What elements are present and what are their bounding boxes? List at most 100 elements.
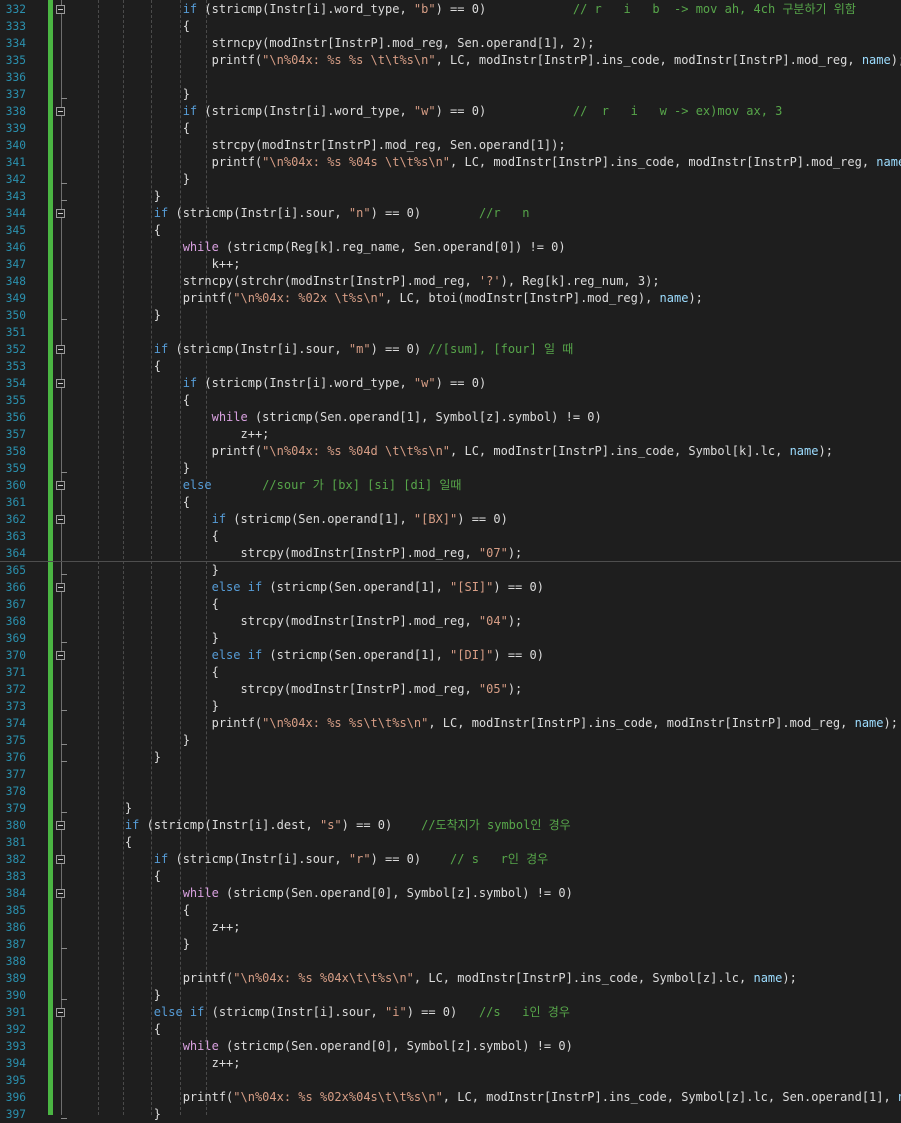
code-line[interactable]: 390 } — [0, 987, 901, 1004]
code-line[interactable]: 393 while (stricmp(Sen.operand[0], Symbo… — [0, 1038, 901, 1055]
string-token: "[BX]" — [413, 512, 458, 526]
code-line[interactable]: 387 } — [0, 936, 901, 953]
code-line[interactable]: 346 while (stricmp(Reg[k].reg_name, Sen.… — [0, 239, 901, 256]
code-line[interactable]: 347 k++; — [0, 256, 901, 273]
string-token: "\n%04x: %s %04x\t\t%s\n" — [233, 971, 414, 985]
string-token: "s" — [319, 818, 342, 832]
code-token: (stricmp(Instr[i].word_type, — [197, 104, 414, 118]
code-line[interactable]: 352 if (stricmp(Instr[i].sour, "m") == 0… — [0, 341, 901, 358]
code-line[interactable]: 396 printf("\n%04x: %s %02x%04s\t\t%s\n"… — [0, 1089, 901, 1106]
code-line[interactable]: 335 printf("\n%04x: %s %s \t\t%s\n", LC,… — [0, 52, 901, 69]
code-line[interactable]: 373 } — [0, 698, 901, 715]
code-text: else //sour 가 [bx] [si] [di] 일때 — [96, 477, 462, 494]
code-line[interactable]: 348 strncpy(strchr(modInstr[InstrP].mod_… — [0, 273, 901, 290]
code-text: else if (stricmp(Sen.operand[1], "[DI]")… — [96, 647, 544, 664]
code-line[interactable]: 337 } — [0, 86, 901, 103]
code-line[interactable]: 344 if (stricmp(Instr[i].sour, "n") == 0… — [0, 205, 901, 222]
code-line[interactable]: 353 { — [0, 358, 901, 375]
line-number: 381 — [5, 836, 26, 849]
indentation — [96, 138, 212, 152]
code-line[interactable]: 384 while (stricmp(Sen.operand[0], Symbo… — [0, 885, 901, 902]
code-token: ) == 0) — [457, 512, 508, 526]
code-text: } — [96, 307, 161, 324]
code-token: printf( — [211, 155, 263, 169]
string-token: "04" — [478, 614, 508, 628]
code-line[interactable]: 382 if (stricmp(Instr[i].sour, "r") == 0… — [0, 851, 901, 868]
code-line[interactable]: 338 if (stricmp(Instr[i].word_type, "w")… — [0, 103, 901, 120]
string-token: "n" — [348, 206, 371, 220]
code-line[interactable]: 356 while (stricmp(Sen.operand[1], Symbo… — [0, 409, 901, 426]
code-line[interactable]: 343 } — [0, 188, 901, 205]
string-token: "05" — [478, 682, 508, 696]
code-line[interactable]: 354 if (stricmp(Instr[i].word_type, "w")… — [0, 375, 901, 392]
code-line[interactable]: 374 printf("\n%04x: %s %s\t\t%s\n", LC, … — [0, 715, 901, 732]
code-line[interactable]: 392 { — [0, 1021, 901, 1038]
code-line[interactable]: 362 if (stricmp(Sen.operand[1], "[BX]") … — [0, 511, 901, 528]
indentation — [96, 478, 183, 492]
code-line[interactable]: 375 } — [0, 732, 901, 749]
code-token: ) == 0) — [370, 342, 429, 356]
line-number: 332 — [5, 3, 26, 16]
code-line[interactable]: 351 — [0, 324, 901, 341]
code-line[interactable]: 345 { — [0, 222, 901, 239]
code-text: strncpy(strchr(modInstr[InstrP].mod_reg,… — [96, 273, 660, 290]
code-token: } — [153, 308, 162, 322]
code-line[interactable]: 339 { — [0, 120, 901, 137]
code-line[interactable]: 378 — [0, 783, 901, 800]
code-line[interactable]: 383 { — [0, 868, 901, 885]
comment-token: // r i w -> ex)mov ax, 3 — [572, 104, 783, 118]
code-line[interactable]: 355 { — [0, 392, 901, 409]
code-line[interactable]: 341 printf("\n%04x: %s %04s \t\t%s\n", L… — [0, 154, 901, 171]
code-line[interactable]: 389 printf("\n%04x: %s %04x\t\t%s\n", LC… — [0, 970, 901, 987]
code-line[interactable]: 334 strncpy(modInstr[InstrP].mod_reg, Se… — [0, 35, 901, 52]
code-line[interactable]: 380 if (stricmp(Instr[i].dest, "s") == 0… — [0, 817, 901, 834]
code-line[interactable]: 342 } — [0, 171, 901, 188]
code-line[interactable]: 366 else if (stricmp(Sen.operand[1], "[S… — [0, 579, 901, 596]
code-line[interactable]: 376 } — [0, 749, 901, 766]
keyword-token: else if — [211, 580, 263, 594]
code-line[interactable]: 364 strcpy(modInstr[InstrP].mod_reg, "07… — [0, 545, 901, 562]
code-line[interactable]: 388 — [0, 953, 901, 970]
line-number: 353 — [5, 360, 26, 373]
code-token: ) == 0) — [493, 580, 544, 594]
code-line[interactable]: 365 } — [0, 562, 901, 579]
code-line[interactable]: 381 { — [0, 834, 901, 851]
code-line[interactable]: 377 — [0, 766, 901, 783]
code-line[interactable]: 357 z++; — [0, 426, 901, 443]
code-token: , LC, modInstr[InstrP].ins_code, Symbol[… — [450, 444, 790, 458]
code-line[interactable]: 358 printf("\n%04x: %s %04d \t\t%s\n", L… — [0, 443, 901, 460]
code-line[interactable]: 349 printf("\n%04x: %02x \t%s\n", LC, bt… — [0, 290, 901, 307]
code-line[interactable]: 372 strcpy(modInstr[InstrP].mod_reg, "05… — [0, 681, 901, 698]
code-line[interactable]: 359 } — [0, 460, 901, 477]
code-text: z++; — [96, 426, 270, 443]
code-line[interactable]: 336 — [0, 69, 901, 86]
code-line[interactable]: 363 { — [0, 528, 901, 545]
code-token: } — [153, 988, 162, 1002]
code-line[interactable]: 350 } — [0, 307, 901, 324]
code-text: while (stricmp(Sen.operand[1], Symbol[z]… — [96, 409, 602, 426]
code-text: { — [96, 222, 161, 239]
code-line[interactable]: 394 z++; — [0, 1055, 901, 1072]
line-number: 376 — [5, 751, 26, 764]
code-line[interactable]: 360 else //sour 가 [bx] [si] [di] 일때 — [0, 477, 901, 494]
code-line[interactable]: 395 — [0, 1072, 901, 1089]
code-line[interactable]: 369 } — [0, 630, 901, 647]
code-line[interactable]: 391 else if (stricmp(Instr[i].sour, "i")… — [0, 1004, 901, 1021]
code-line[interactable]: 333 { — [0, 18, 901, 35]
code-line[interactable]: 370 else if (stricmp(Sen.operand[1], "[D… — [0, 647, 901, 664]
code-token: } — [182, 937, 190, 951]
code-line[interactable]: 371 { — [0, 664, 901, 681]
code-editor[interactable]: 332 if (stricmp(Instr[i].word_type, "b")… — [0, 0, 901, 1121]
code-line[interactable]: 385 { — [0, 902, 901, 919]
line-number: 342 — [5, 173, 26, 186]
code-token: (stricmp(Sen.operand[0], Symbol[z].symbo… — [218, 886, 573, 900]
line-number: 358 — [5, 445, 26, 458]
code-line[interactable]: 367 { — [0, 596, 901, 613]
code-line[interactable]: 368 strcpy(modInstr[InstrP].mod_reg, "04… — [0, 613, 901, 630]
code-line[interactable]: 340 strcpy(modInstr[InstrP].mod_reg, Sen… — [0, 137, 901, 154]
code-line[interactable]: 379 } — [0, 800, 901, 817]
code-line[interactable]: 361 { — [0, 494, 901, 511]
code-line[interactable]: 386 z++; — [0, 919, 901, 936]
code-line[interactable]: 332 if (stricmp(Instr[i].word_type, "b")… — [0, 1, 901, 18]
line-number: 396 — [5, 1091, 26, 1104]
